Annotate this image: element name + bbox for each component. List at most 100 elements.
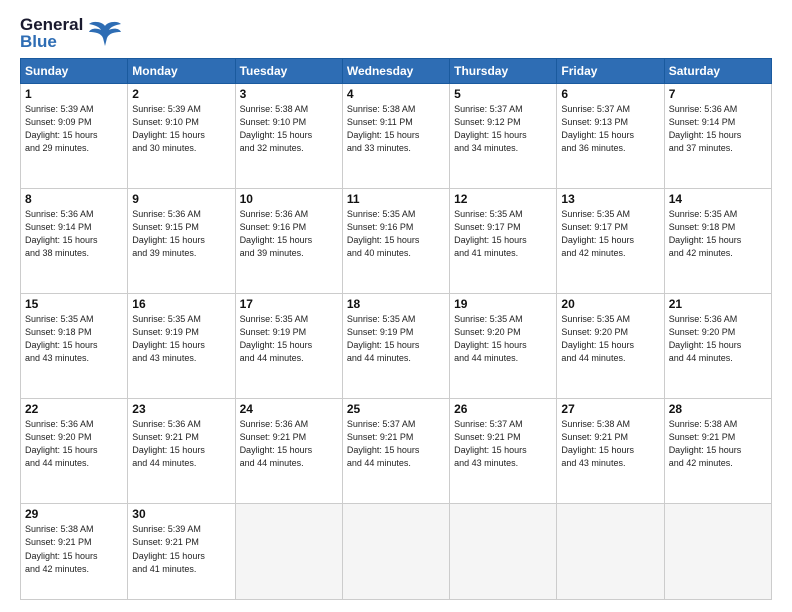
- day-number: 24: [240, 402, 338, 416]
- day-number: 10: [240, 192, 338, 206]
- day-info: Sunrise: 5:35 AM Sunset: 9:18 PM Dayligh…: [669, 208, 767, 260]
- day-number: 12: [454, 192, 552, 206]
- calendar-dayempty: [342, 504, 449, 600]
- calendar-dayempty: [235, 504, 342, 600]
- day-info: Sunrise: 5:35 AM Sunset: 9:19 PM Dayligh…: [132, 313, 230, 365]
- day-number: 15: [25, 297, 123, 311]
- day-info: Sunrise: 5:35 AM Sunset: 9:19 PM Dayligh…: [347, 313, 445, 365]
- day-number: 29: [25, 507, 123, 521]
- calendar-day12: 12 Sunrise: 5:35 AM Sunset: 9:17 PM Dayli…: [450, 189, 557, 294]
- weekday-header-sunday: Sunday: [21, 59, 128, 84]
- calendar-day6: 6 Sunrise: 5:37 AM Sunset: 9:13 PM Daylig…: [557, 84, 664, 189]
- day-info: Sunrise: 5:36 AM Sunset: 9:15 PM Dayligh…: [132, 208, 230, 260]
- calendar-day29: 29 Sunrise: 5:38 AM Sunset: 9:21 PM Dayli…: [21, 504, 128, 600]
- header: General Blue: [20, 16, 772, 50]
- calendar-day26: 26 Sunrise: 5:37 AM Sunset: 9:21 PM Dayli…: [450, 399, 557, 504]
- calendar-day24: 24 Sunrise: 5:36 AM Sunset: 9:21 PM Dayli…: [235, 399, 342, 504]
- day-number: 19: [454, 297, 552, 311]
- calendar-day5: 5 Sunrise: 5:37 AM Sunset: 9:12 PM Daylig…: [450, 84, 557, 189]
- day-number: 23: [132, 402, 230, 416]
- calendar-day21: 21 Sunrise: 5:36 AM Sunset: 9:20 PM Dayli…: [664, 294, 771, 399]
- day-number: 3: [240, 87, 338, 101]
- calendar-dayempty: [450, 504, 557, 600]
- day-number: 27: [561, 402, 659, 416]
- day-number: 28: [669, 402, 767, 416]
- day-info: Sunrise: 5:38 AM Sunset: 9:11 PM Dayligh…: [347, 103, 445, 155]
- calendar-day10: 10Sunrise: 5:36 AM Sunset: 9:16 PM Dayli…: [235, 189, 342, 294]
- calendar-week-3: 15 Sunrise: 5:35 AM Sunset: 9:18 PM Dayli…: [21, 294, 772, 399]
- logo-blue: Blue: [20, 33, 83, 50]
- day-info: Sunrise: 5:36 AM Sunset: 9:21 PM Dayligh…: [240, 418, 338, 470]
- calendar-day22: 22Sunrise: 5:36 AM Sunset: 9:20 PM Dayli…: [21, 399, 128, 504]
- calendar-week-4: 22Sunrise: 5:36 AM Sunset: 9:20 PM Dayli…: [21, 399, 772, 504]
- calendar-week-2: 8Sunrise: 5:36 AM Sunset: 9:14 PM Daylig…: [21, 189, 772, 294]
- calendar-week-5: 29 Sunrise: 5:38 AM Sunset: 9:21 PM Dayli…: [21, 504, 772, 600]
- calendar-day16: 16 Sunrise: 5:35 AM Sunset: 9:19 PM Dayli…: [128, 294, 235, 399]
- day-number: 30: [132, 507, 230, 521]
- logo: General Blue: [20, 16, 123, 50]
- day-info: Sunrise: 5:37 AM Sunset: 9:21 PM Dayligh…: [347, 418, 445, 470]
- day-info: Sunrise: 5:38 AM Sunset: 9:21 PM Dayligh…: [561, 418, 659, 470]
- calendar-dayempty: [557, 504, 664, 600]
- day-number: 4: [347, 87, 445, 101]
- day-info: Sunrise: 5:38 AM Sunset: 9:21 PM Dayligh…: [25, 523, 123, 575]
- day-info: Sunrise: 5:35 AM Sunset: 9:20 PM Dayligh…: [454, 313, 552, 365]
- day-info: Sunrise: 5:35 AM Sunset: 9:18 PM Dayligh…: [25, 313, 123, 365]
- weekday-header-friday: Friday: [557, 59, 664, 84]
- day-info: Sunrise: 5:37 AM Sunset: 9:13 PM Dayligh…: [561, 103, 659, 155]
- day-number: 6: [561, 87, 659, 101]
- calendar-day25: 25Sunrise: 5:37 AM Sunset: 9:21 PM Dayli…: [342, 399, 449, 504]
- calendar-day23: 23Sunrise: 5:36 AM Sunset: 9:21 PM Dayli…: [128, 399, 235, 504]
- calendar-day19: 19 Sunrise: 5:35 AM Sunset: 9:20 PM Dayli…: [450, 294, 557, 399]
- calendar-day3: 3Sunrise: 5:38 AM Sunset: 9:10 PM Daylig…: [235, 84, 342, 189]
- day-number: 5: [454, 87, 552, 101]
- day-number: 8: [25, 192, 123, 206]
- day-number: 26: [454, 402, 552, 416]
- calendar-table: SundayMondayTuesdayWednesdayThursdayFrid…: [20, 58, 772, 600]
- weekday-header-monday: Monday: [128, 59, 235, 84]
- day-number: 13: [561, 192, 659, 206]
- weekday-header-saturday: Saturday: [664, 59, 771, 84]
- weekday-header-tuesday: Tuesday: [235, 59, 342, 84]
- calendar-day18: 18 Sunrise: 5:35 AM Sunset: 9:19 PM Dayli…: [342, 294, 449, 399]
- weekday-header-wednesday: Wednesday: [342, 59, 449, 84]
- calendar-day11: 11 Sunrise: 5:35 AM Sunset: 9:16 PM Dayli…: [342, 189, 449, 294]
- day-number: 11: [347, 192, 445, 206]
- day-info: Sunrise: 5:39 AM Sunset: 9:21 PM Dayligh…: [132, 523, 230, 575]
- calendar-week-1: 1 Sunrise: 5:39 AM Sunset: 9:09 PM Daylig…: [21, 84, 772, 189]
- day-number: 9: [132, 192, 230, 206]
- calendar-day7: 7Sunrise: 5:36 AM Sunset: 9:14 PM Daylig…: [664, 84, 771, 189]
- calendar-day14: 14 Sunrise: 5:35 AM Sunset: 9:18 PM Dayli…: [664, 189, 771, 294]
- day-number: 21: [669, 297, 767, 311]
- day-number: 16: [132, 297, 230, 311]
- day-number: 14: [669, 192, 767, 206]
- page: General Blue SundayMondayTuesdayWednesda…: [0, 0, 792, 612]
- calendar-dayempty: [664, 504, 771, 600]
- calendar-day27: 27 Sunrise: 5:38 AM Sunset: 9:21 PM Dayli…: [557, 399, 664, 504]
- day-info: Sunrise: 5:39 AM Sunset: 9:09 PM Dayligh…: [25, 103, 123, 155]
- calendar-day8: 8Sunrise: 5:36 AM Sunset: 9:14 PM Daylig…: [21, 189, 128, 294]
- logo-bird-icon: [87, 18, 123, 48]
- day-info: Sunrise: 5:35 AM Sunset: 9:17 PM Dayligh…: [561, 208, 659, 260]
- weekday-header-row: SundayMondayTuesdayWednesdayThursdayFrid…: [21, 59, 772, 84]
- calendar-day13: 13 Sunrise: 5:35 AM Sunset: 9:17 PM Dayli…: [557, 189, 664, 294]
- calendar-day2: 2Sunrise: 5:39 AM Sunset: 9:10 PM Daylig…: [128, 84, 235, 189]
- day-number: 7: [669, 87, 767, 101]
- calendar-day4: 4 Sunrise: 5:38 AM Sunset: 9:11 PM Daylig…: [342, 84, 449, 189]
- day-info: Sunrise: 5:37 AM Sunset: 9:12 PM Dayligh…: [454, 103, 552, 155]
- day-info: Sunrise: 5:37 AM Sunset: 9:21 PM Dayligh…: [454, 418, 552, 470]
- day-info: Sunrise: 5:35 AM Sunset: 9:17 PM Dayligh…: [454, 208, 552, 260]
- calendar-day15: 15 Sunrise: 5:35 AM Sunset: 9:18 PM Dayli…: [21, 294, 128, 399]
- calendar-day9: 9 Sunrise: 5:36 AM Sunset: 9:15 PM Daylig…: [128, 189, 235, 294]
- day-info: Sunrise: 5:35 AM Sunset: 9:16 PM Dayligh…: [347, 208, 445, 260]
- day-info: Sunrise: 5:36 AM Sunset: 9:20 PM Dayligh…: [669, 313, 767, 365]
- day-info: Sunrise: 5:38 AM Sunset: 9:21 PM Dayligh…: [669, 418, 767, 470]
- weekday-header-thursday: Thursday: [450, 59, 557, 84]
- day-number: 18: [347, 297, 445, 311]
- day-number: 1: [25, 87, 123, 101]
- calendar-day1: 1 Sunrise: 5:39 AM Sunset: 9:09 PM Daylig…: [21, 84, 128, 189]
- calendar-day17: 17Sunrise: 5:35 AM Sunset: 9:19 PM Dayli…: [235, 294, 342, 399]
- calendar-day20: 20Sunrise: 5:35 AM Sunset: 9:20 PM Dayli…: [557, 294, 664, 399]
- day-info: Sunrise: 5:35 AM Sunset: 9:20 PM Dayligh…: [561, 313, 659, 365]
- day-number: 2: [132, 87, 230, 101]
